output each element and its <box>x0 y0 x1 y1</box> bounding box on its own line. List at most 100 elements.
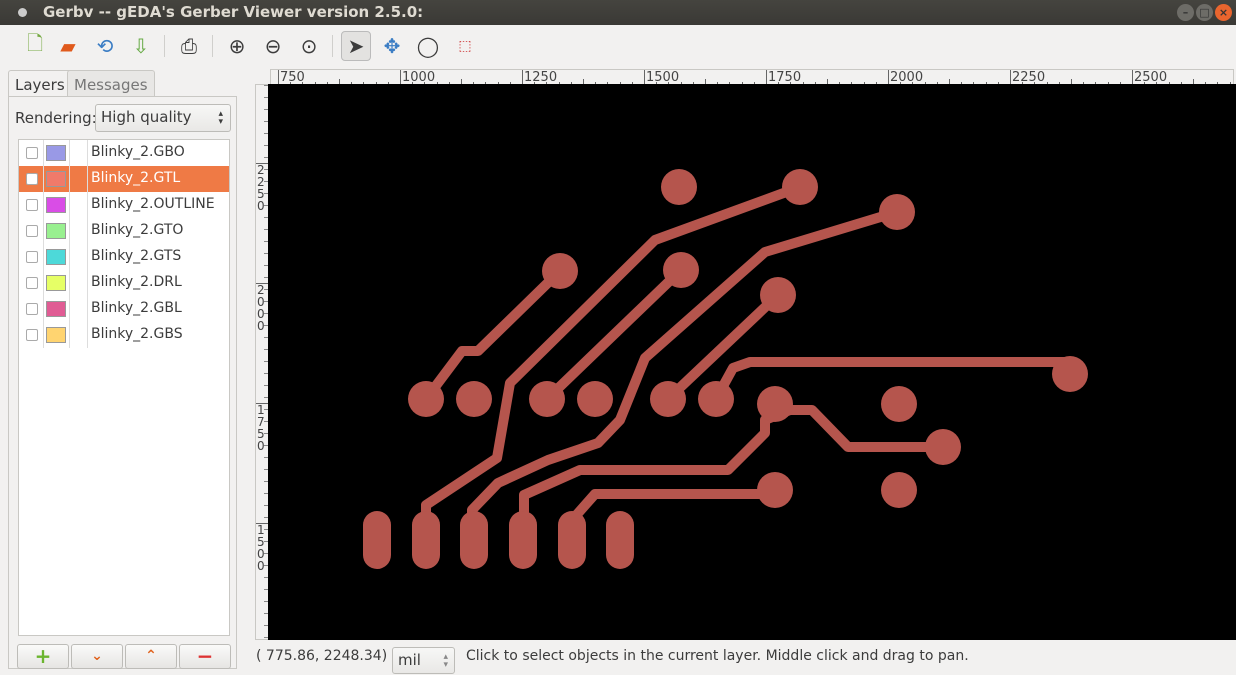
unit-value: mil <box>398 651 421 669</box>
title-bar: Gerbv -- gEDA's Gerber Viewer version 2.… <box>0 0 1236 25</box>
layer-row[interactable]: Blinky_2.GBL <box>19 296 229 322</box>
layer-row[interactable]: Blinky_2.GTS <box>19 244 229 270</box>
pad <box>757 386 793 422</box>
header-pad <box>412 511 440 569</box>
ruler-label: 2500 <box>1134 70 1168 85</box>
layer-visibility-checkbox[interactable]: ✔ <box>26 173 38 185</box>
zoom-fit-icon[interactable]: ⊙ <box>294 31 324 61</box>
pad <box>757 472 793 508</box>
pcb-layer-gtl <box>363 169 1088 569</box>
unit-select[interactable]: mil ▴ ▾ <box>392 647 455 674</box>
pad <box>661 169 697 205</box>
toolbar: 🗋 ▰ ⟲ ⇩ ⎙ ⊕ ⊖ ⊙ ➤ ✥ ◯ ⬚ <box>0 25 1236 65</box>
pad <box>1052 356 1088 392</box>
ruler-label: 1000 <box>402 70 436 85</box>
layer-color-swatch[interactable] <box>46 197 66 213</box>
close-button[interactable]: × <box>1215 4 1232 21</box>
layer-name: Blinky_2.GTS <box>91 248 182 264</box>
header-pad <box>460 511 488 569</box>
pointer-tool-icon[interactable]: ➤ <box>341 31 371 61</box>
tab-messages[interactable]: Messages <box>67 70 155 97</box>
layer-color-swatch[interactable] <box>46 249 66 265</box>
header-pad <box>363 511 391 569</box>
app-menu-icon[interactable] <box>18 8 27 17</box>
window-title: Gerbv -- gEDA's Gerber Viewer version 2.… <box>43 3 424 21</box>
layer-row[interactable]: Blinky_2.OUTLINE <box>19 192 229 218</box>
layer-visibility-checkbox[interactable] <box>26 303 38 315</box>
layer-visibility-checkbox[interactable] <box>26 225 38 237</box>
layer-name: Blinky_2.GBO <box>91 144 185 160</box>
move-layer-up-button[interactable]: ⌃ <box>125 644 177 669</box>
rendering-value: High quality <box>101 108 192 126</box>
zoom-out-icon[interactable]: ⊖ <box>258 31 288 61</box>
layer-visibility-checkbox[interactable] <box>26 251 38 263</box>
cursor-coordinates: ( 775.86, 2248.34) <box>256 648 388 664</box>
layer-visibility-checkbox[interactable] <box>26 329 38 341</box>
ruler-label: 750 <box>280 70 305 85</box>
layer-color-swatch[interactable] <box>46 223 66 239</box>
layer-name: Blinky_2.GBL <box>91 300 182 316</box>
layer-name: Blinky_2.DRL <box>91 274 182 290</box>
revert-icon[interactable]: ⟲ <box>90 31 120 61</box>
pad <box>529 381 565 417</box>
horizontal-ruler: 750 1000 1250 1500 1750 2000 2250 2500 <box>270 69 1234 85</box>
print-icon[interactable]: ⎙ <box>174 31 204 61</box>
add-layer-button[interactable]: + <box>17 644 69 669</box>
layer-name: Blinky_2.GTL <box>91 170 181 186</box>
rendering-label: Rendering: <box>15 109 97 127</box>
layer-row[interactable]: Blinky_2.GBO <box>19 140 229 166</box>
tab-layers[interactable]: Layers <box>8 70 72 98</box>
pad <box>577 381 613 417</box>
header-pad <box>558 511 586 569</box>
pad <box>879 194 915 230</box>
move-layer-down-button[interactable]: ⌄ <box>71 644 123 669</box>
layer-name: Blinky_2.GTO <box>91 222 184 238</box>
status-message: Click to select objects in the current l… <box>466 648 969 664</box>
layer-row[interactable]: Blinky_2.GTO <box>19 218 229 244</box>
layer-row[interactable]: ✔ Blinky_2.GTL <box>19 166 229 192</box>
ruler-label: 2000 <box>890 70 924 85</box>
pad <box>456 381 492 417</box>
layer-visibility-checkbox[interactable] <box>26 199 38 211</box>
pad <box>650 381 686 417</box>
trace <box>543 266 685 403</box>
layer-name: Blinky_2.OUTLINE <box>91 196 215 212</box>
layer-list: Blinky_2.GBO ✔ Blinky_2.GTL Blinky_2.OUTL… <box>18 139 230 636</box>
layer-color-swatch[interactable] <box>46 301 66 317</box>
layer-color-swatch[interactable] <box>46 171 66 187</box>
layers-panel: Rendering: High quality ▴ ▾ Blinky_2.GBO ✔… <box>8 96 237 669</box>
pan-tool-icon[interactable]: ✥ <box>377 31 407 61</box>
ruler-label: 1500 <box>646 70 680 85</box>
drawing-canvas[interactable] <box>268 84 1236 640</box>
pad <box>542 253 578 289</box>
remove-layer-button[interactable]: − <box>179 644 231 669</box>
pad <box>698 381 734 417</box>
layer-row[interactable]: Blinky_2.GBS <box>19 322 229 348</box>
layer-color-swatch[interactable] <box>46 275 66 291</box>
layer-color-swatch[interactable] <box>46 145 66 161</box>
pad <box>782 169 818 205</box>
zoom-in-icon[interactable]: ⊕ <box>222 31 252 61</box>
ruler-label: 1750 <box>768 70 802 85</box>
maximize-button[interactable]: □ <box>1196 4 1213 21</box>
new-project-icon[interactable]: 🗋 <box>20 31 50 61</box>
pad <box>881 472 917 508</box>
measure-tool-icon[interactable]: ⬚ <box>450 31 480 61</box>
layer-row[interactable]: Blinky_2.DRL <box>19 270 229 296</box>
vertical-ruler: 2250 2000 1750 1500 <box>255 84 269 640</box>
pad <box>663 252 699 288</box>
minimize-button[interactable]: – <box>1177 4 1194 21</box>
trace <box>422 267 564 402</box>
layer-visibility-checkbox[interactable] <box>26 277 38 289</box>
trace <box>519 405 943 540</box>
pad <box>881 386 917 422</box>
pad <box>760 277 796 313</box>
layer-visibility-checkbox[interactable] <box>26 147 38 159</box>
zoom-tool-icon[interactable]: ◯ <box>413 31 443 61</box>
ruler-label: 1250 <box>524 70 558 85</box>
rendering-select[interactable]: High quality ▴ ▾ <box>95 104 231 132</box>
save-icon[interactable]: ⇩ <box>126 31 156 61</box>
pad <box>408 381 444 417</box>
layer-color-swatch[interactable] <box>46 327 66 343</box>
open-project-icon[interactable]: ▰ <box>53 31 83 61</box>
